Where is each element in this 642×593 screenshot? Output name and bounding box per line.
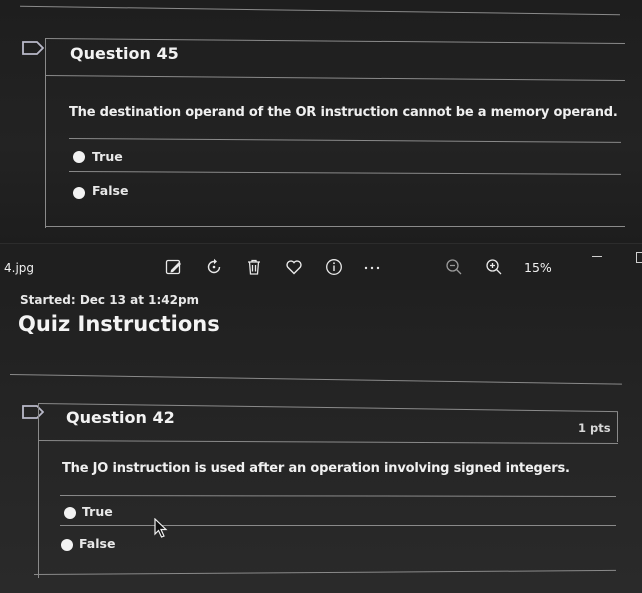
options-divider (59, 495, 616, 497)
maximize-button[interactable] (636, 252, 642, 263)
delete-icon[interactable] (245, 258, 263, 276)
option-label-false[interactable]: False (92, 183, 128, 198)
edit-image-icon[interactable] (165, 258, 183, 276)
rotate-icon[interactable] (205, 258, 223, 276)
question-box-left-border (38, 403, 39, 578)
minimize-button[interactable] (592, 256, 602, 257)
zoom-out-icon[interactable] (445, 258, 463, 276)
option-divider (60, 525, 616, 526)
question-title: Question 42 (66, 408, 175, 427)
radio-false[interactable] (61, 539, 73, 551)
section-divider (9, 374, 622, 385)
quiz-instructions-heading: Quiz Instructions (18, 312, 220, 336)
file-name: 4.jpg (4, 261, 35, 275)
started-timestamp: Started: Dec 13 at 1:42pm (20, 293, 200, 307)
zoom-in-icon[interactable] (485, 258, 503, 276)
info-icon[interactable] (325, 258, 343, 276)
question-box-left-border (45, 38, 46, 228)
divider (20, 5, 620, 16)
question-45-photo: Question 45 The destination operand of t… (0, 0, 642, 243)
question-text: The destination operand of the OR instru… (69, 105, 618, 120)
option-divider (68, 171, 621, 175)
question-header-divider (44, 75, 625, 82)
flag-icon[interactable] (22, 405, 44, 419)
option-label-true[interactable]: True (82, 504, 113, 519)
question-text: The JO instruction is used after an oper… (62, 461, 570, 476)
favorite-heart-icon[interactable] (285, 258, 303, 276)
option-label-false[interactable]: False (79, 536, 115, 551)
options-divider (68, 138, 621, 143)
question-title: Question 45 (70, 44, 179, 63)
option-label-true[interactable]: True (92, 149, 123, 164)
more-icon[interactable] (363, 258, 381, 276)
question-box-bottom-border (33, 569, 616, 575)
mouse-pointer-icon (154, 518, 168, 538)
question-box-right-border (617, 412, 618, 442)
radio-true[interactable] (64, 507, 76, 519)
flag-icon[interactable] (22, 41, 44, 55)
radio-false[interactable] (73, 187, 85, 199)
radio-true[interactable] (73, 151, 85, 163)
quiz-page-photo: Started: Dec 13 at 1:42pm Quiz Instructi… (0, 290, 642, 593)
zoom-level[interactable]: 15% (524, 260, 552, 275)
image-viewer-toolbar: 4.jpg 15% (0, 243, 642, 291)
question-header-divider (37, 440, 618, 445)
question-points: 1 pts (578, 421, 611, 435)
question-box-bottom-border (45, 226, 625, 227)
